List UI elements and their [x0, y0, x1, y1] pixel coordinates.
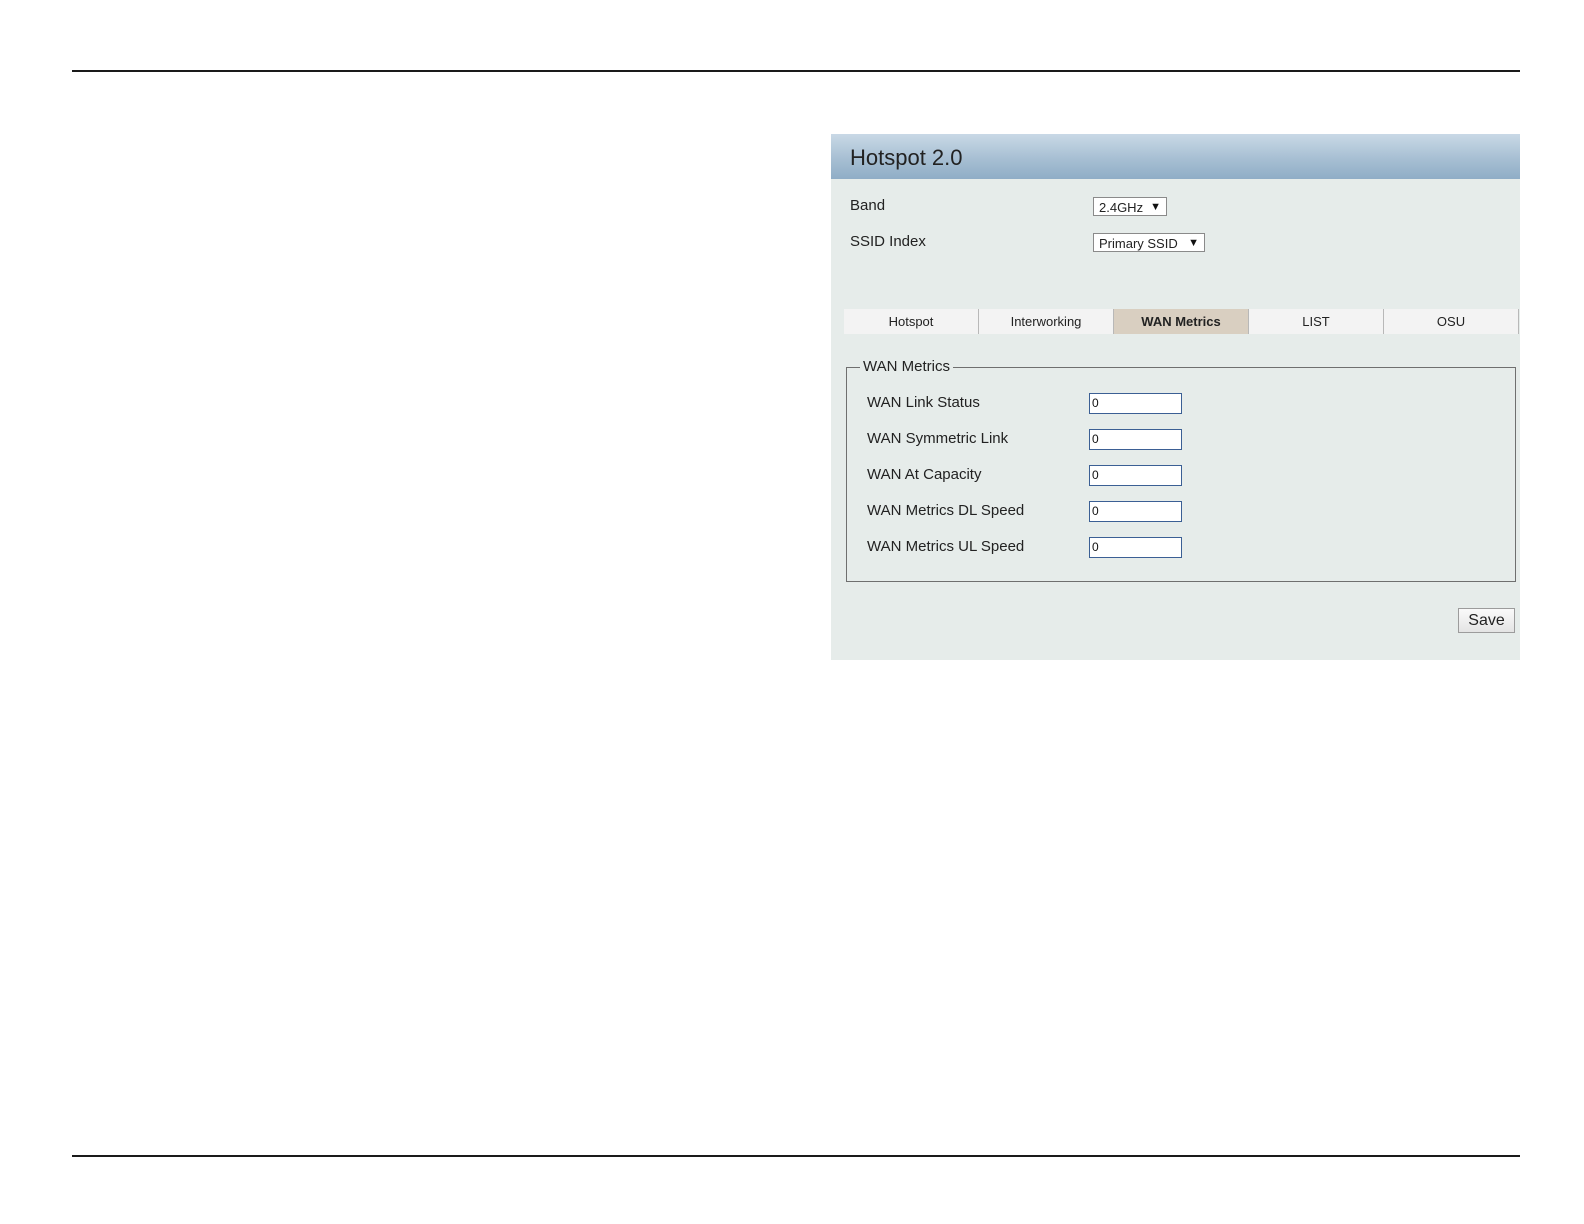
tab-wan-metrics[interactable]: WAN Metrics	[1114, 309, 1249, 334]
wan-metrics-dl-speed-input[interactable]: 0	[1089, 501, 1182, 522]
tab-interworking[interactable]: Interworking	[979, 309, 1114, 334]
wan-at-capacity-input[interactable]: 0	[1089, 465, 1182, 486]
chevron-down-icon: ▼	[1150, 201, 1161, 213]
band-select-value: 2.4GHz	[1099, 200, 1144, 215]
wan-symmetric-link-label: WAN Symmetric Link	[867, 430, 1009, 447]
band-select[interactable]: 2.4GHz ▼	[1093, 197, 1167, 216]
wan-link-status-label: WAN Link Status	[867, 394, 980, 411]
wan-symmetric-link-input[interactable]: 0	[1089, 429, 1182, 450]
tab-bar: Hotspot Interworking WAN Metrics LIST OS…	[844, 309, 1519, 334]
wan-metrics-group: WAN Metrics WAN Link Status 0 WAN Symmet…	[846, 358, 1516, 582]
ssid-index-select-value: Primary SSID	[1099, 236, 1178, 251]
ssid-index-select[interactable]: Primary SSID ▼	[1093, 233, 1205, 252]
wan-metrics-dl-speed-label: WAN Metrics DL Speed	[867, 502, 1025, 519]
panel-title: Hotspot 2.0	[850, 145, 963, 170]
wan-metrics-ul-speed-label: WAN Metrics UL Speed	[867, 538, 1025, 555]
wan-metrics-legend: WAN Metrics	[860, 358, 953, 375]
tab-osu[interactable]: OSU	[1384, 309, 1519, 334]
hotspot-panel: Hotspot 2.0 Band 2.4GHz ▼ SSID Index Pri…	[831, 134, 1520, 660]
band-label: Band	[850, 197, 886, 214]
ssid-index-label: SSID Index	[850, 233, 926, 250]
wan-metrics-ul-speed-input[interactable]: 0	[1089, 537, 1182, 558]
panel-header: Hotspot 2.0	[831, 134, 1520, 179]
tab-list[interactable]: LIST	[1249, 309, 1384, 334]
chevron-down-icon: ▼	[1188, 237, 1199, 249]
top-divider	[72, 70, 1520, 72]
wan-at-capacity-label: WAN At Capacity	[867, 466, 982, 483]
tab-hotspot[interactable]: Hotspot	[844, 309, 979, 334]
bottom-divider	[72, 1155, 1520, 1157]
save-button[interactable]: Save	[1458, 608, 1515, 633]
wan-link-status-input[interactable]: 0	[1089, 393, 1182, 414]
